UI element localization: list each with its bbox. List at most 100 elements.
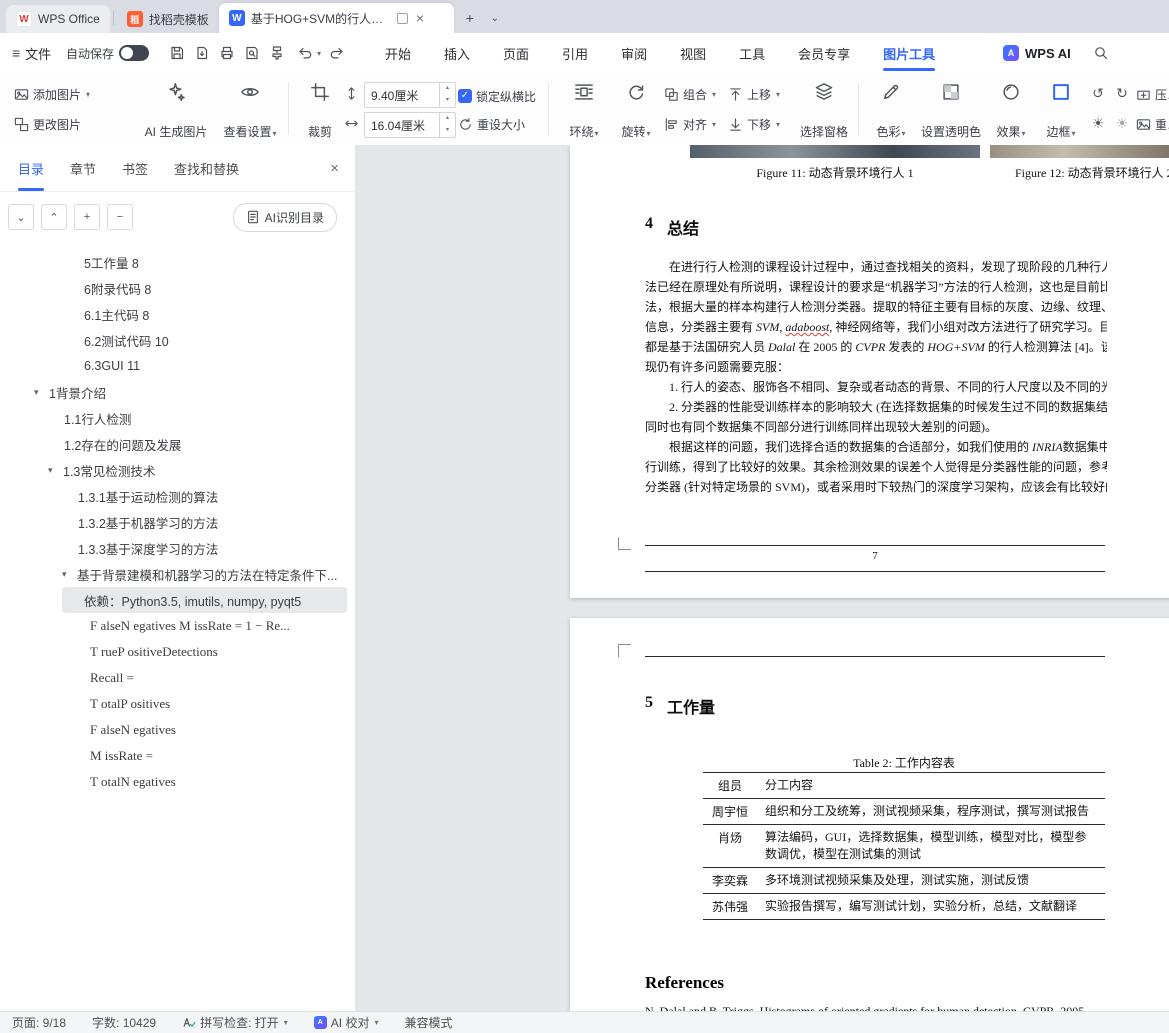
save-button[interactable]	[166, 42, 188, 64]
bring-forward-button[interactable]: 上移▾	[728, 83, 780, 105]
compress-picture-button[interactable]: 压…	[1136, 83, 1169, 105]
print-preview-button[interactable]	[241, 42, 263, 64]
zoom-in-button[interactable]: +	[74, 204, 100, 230]
toc-item[interactable]: T otalN egatives	[0, 769, 355, 795]
toc-item[interactable]: 依赖：Python3.5, imutils, numpy, pyqt5	[62, 587, 347, 613]
collapse-triangle-icon[interactable]: ▾	[48, 465, 63, 476]
toc-item[interactable]: Recall =	[0, 665, 355, 691]
brightness-down-icon[interactable]: ☀	[1112, 113, 1132, 133]
menu-tab[interactable]: 插入	[444, 33, 470, 73]
menu-tab[interactable]: 页面	[503, 33, 529, 73]
file-menu[interactable]: ≡ 文件	[12, 33, 51, 73]
rotate-button[interactable]: 旋转▾	[610, 79, 662, 143]
toc-item[interactable]: ▾1.3常见检测技术	[0, 457, 355, 483]
docer-template-tab[interactable]: 稻 找稻壳模板	[117, 5, 219, 33]
rotate-left-icon[interactable]: ↺	[1088, 83, 1108, 103]
set-transparent-color-button[interactable]: 设置透明色	[916, 79, 986, 143]
page-indicator[interactable]: 页面: 9/18	[12, 1014, 66, 1031]
figure-11-image[interactable]	[690, 145, 980, 158]
print-button[interactable]	[216, 42, 238, 64]
group-button[interactable]: 组合▾	[664, 83, 716, 105]
brightness-up-icon[interactable]: ☀	[1088, 113, 1108, 133]
word-count[interactable]: 字数: 10429	[92, 1014, 156, 1031]
view-settings-button[interactable]: 查看设置▾	[216, 79, 284, 143]
toc-item[interactable]: 5工作量 8	[0, 249, 355, 275]
expand-all-button[interactable]: ⌄	[8, 204, 34, 230]
width-input[interactable]: 16.04厘米 ▴▾	[364, 112, 456, 138]
menu-tab[interactable]: 开始	[385, 33, 411, 73]
document-tab[interactable]: W 基于HOG+SVM的行人检测设… ×	[219, 3, 454, 33]
document-page-8[interactable]: 5 工作量 Table 2: 工作内容表 组员分工内容周宇恒组织和分工及统筹，测…	[570, 618, 1169, 1012]
toc-item[interactable]: 6.2测试代码 10	[0, 327, 355, 353]
sidebar-tab[interactable]: 书签	[122, 145, 148, 191]
menu-tab[interactable]: 引用	[562, 33, 588, 73]
add-picture-button[interactable]: 添加图片▾	[14, 83, 90, 105]
autosave-toggle[interactable]	[119, 45, 149, 61]
collapse-all-button[interactable]: ⌃	[41, 204, 67, 230]
reset-picture-button[interactable]: 重…	[1136, 113, 1169, 135]
toc-item[interactable]: M issRate =	[0, 743, 355, 769]
toc-item[interactable]: 1.3.1基于运动检测的算法	[0, 483, 355, 509]
new-tab-button[interactable]: +	[458, 6, 482, 30]
spellcheck-status[interactable]: 拼写检查: 打开 ▾	[182, 1014, 288, 1031]
toc-item[interactable]: F alseN egatives	[0, 717, 355, 743]
wrap-text-button[interactable]: 环绕▾	[558, 79, 610, 143]
toc-item[interactable]: 1.3.2基于机器学习的方法	[0, 509, 355, 535]
ai-proofread-button[interactable]: A AI 校对 ▾	[314, 1014, 379, 1031]
rotate-right-icon[interactable]: ↻	[1112, 83, 1132, 103]
tab-state-icon[interactable]	[397, 13, 408, 24]
zoom-out-button[interactable]: −	[107, 204, 133, 230]
reset-size-button[interactable]: 重设大小	[458, 113, 525, 135]
document-page-7[interactable]: Figure 11: 动态背景环境行人 1 Figure 12: 动态背景环境行…	[570, 145, 1169, 598]
sidebar-tab[interactable]: 章节	[70, 145, 96, 191]
height-input[interactable]: 9.40厘米 ▴▾	[364, 82, 456, 108]
send-backward-button[interactable]: 下移▾	[728, 113, 780, 135]
lock-aspect-ratio-checkbox[interactable]: ✓ 锁定纵横比	[458, 85, 536, 107]
undo-dropdown-icon[interactable]: ▾	[317, 49, 321, 58]
sidebar-close-icon[interactable]: ×	[330, 160, 339, 177]
search-button[interactable]	[1090, 42, 1112, 64]
crop-button[interactable]: 裁剪	[296, 79, 344, 143]
sidebar-tab[interactable]: 查找和替换	[174, 145, 239, 191]
ai-generate-picture-button[interactable]: AI 生成图片	[136, 79, 216, 143]
toc-item[interactable]: 6.1主代码 8	[0, 301, 355, 327]
color-button[interactable]: 色彩▾	[866, 79, 916, 143]
menu-tab[interactable]: 工具	[739, 33, 765, 73]
selection-pane-button[interactable]: 选择窗格	[792, 79, 856, 143]
width-stepper[interactable]: ▴▾	[439, 113, 455, 137]
toc-item[interactable]: T otalP ositives	[0, 691, 355, 717]
align-button[interactable]: 对齐▾	[664, 113, 716, 135]
ai-recognize-toc-button[interactable]: AI识别目录	[233, 203, 337, 232]
toc-item[interactable]: T rueP ositiveDetections	[0, 639, 355, 665]
border-button[interactable]: 边框▾	[1036, 79, 1086, 143]
wps-office-home-tab[interactable]: W WPS Office	[6, 5, 110, 33]
menu-tab[interactable]: 审阅	[621, 33, 647, 73]
document-canvas[interactable]: Figure 11: 动态背景环境行人 1 Figure 12: 动态背景环境行…	[355, 145, 1169, 1012]
redo-button[interactable]	[326, 42, 348, 64]
format-painter-button[interactable]	[266, 42, 288, 64]
menu-tab[interactable]: 视图	[680, 33, 706, 73]
width-value[interactable]: 16.04厘米	[371, 117, 425, 134]
tab-list-dropdown[interactable]: ⌄	[486, 6, 504, 30]
sidebar-tab[interactable]: 目录	[18, 145, 44, 191]
undo-button[interactable]	[294, 42, 316, 64]
height-stepper[interactable]: ▴▾	[439, 83, 455, 107]
toc-item[interactable]: F alseN egatives M issRate = 1 − Re...	[0, 613, 355, 639]
toc-item[interactable]: 1.3.3基于深度学习的方法	[0, 535, 355, 561]
toc-item[interactable]: ▾基于背景建模和机器学习的方法在特定条件下...	[0, 561, 355, 587]
toc-item[interactable]: 6附录代码 8	[0, 275, 355, 301]
tab-close-icon[interactable]: ×	[414, 11, 426, 25]
menu-tab[interactable]: 图片工具	[883, 33, 935, 73]
export-button[interactable]	[191, 42, 213, 64]
change-picture-button[interactable]: 更改图片	[14, 113, 81, 135]
toc-item[interactable]: ▾1背景介绍	[0, 379, 355, 405]
height-value[interactable]: 9.40厘米	[371, 87, 418, 104]
toc-item[interactable]: 6.3GUI 11	[0, 353, 355, 379]
wps-ai-button[interactable]: A WPS AI	[1003, 33, 1071, 73]
effects-button[interactable]: 效果▾	[986, 79, 1036, 143]
toc-item[interactable]: 1.2存在的问题及发展	[0, 431, 355, 457]
figure-12-image[interactable]	[990, 145, 1169, 158]
collapse-triangle-icon[interactable]: ▾	[62, 569, 77, 580]
collapse-triangle-icon[interactable]: ▾	[34, 387, 49, 398]
toc-item[interactable]: 1.1行人检测	[0, 405, 355, 431]
